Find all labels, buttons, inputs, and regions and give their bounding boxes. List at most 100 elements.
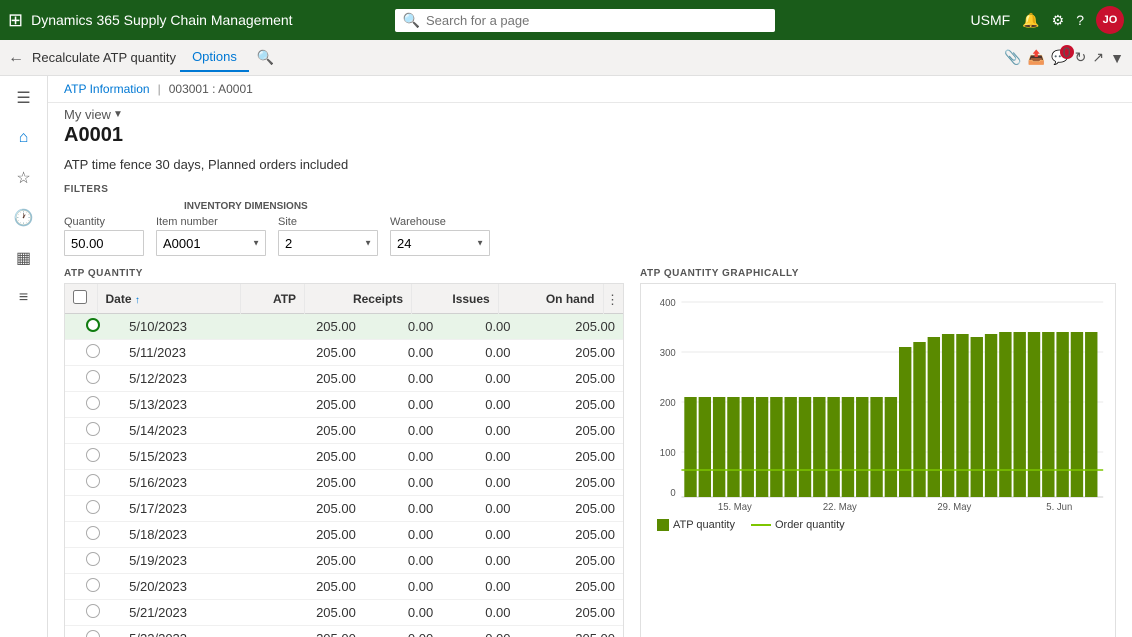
row-radio[interactable] (86, 578, 100, 592)
filter-icon[interactable]: ▼ (1110, 50, 1124, 66)
attach-icon[interactable]: 📎 (1004, 49, 1021, 66)
row-date: 5/15/2023 (121, 444, 259, 470)
row-on-hand: 205.00 (519, 626, 623, 637)
view-selector[interactable]: My view ▼ (64, 107, 123, 122)
bar-18 (928, 337, 940, 497)
row-receipts: 0.00 (364, 444, 441, 470)
site-select[interactable]: 2 (278, 230, 378, 256)
table-row[interactable]: 5/13/2023 205.00 0.00 0.00 205.00 (65, 392, 623, 418)
row-date: 5/14/2023 (121, 418, 259, 444)
row-radio[interactable] (86, 630, 100, 637)
table-row[interactable]: 5/19/2023 205.00 0.00 0.00 205.00 (65, 548, 623, 574)
grid-icon[interactable]: ⊞ (8, 10, 23, 31)
row-receipts: 0.00 (364, 314, 441, 340)
col-receipts[interactable]: Receipts (305, 284, 412, 314)
table-row[interactable]: 5/18/2023 205.00 0.00 0.00 205.00 (65, 522, 623, 548)
row-radio[interactable] (86, 344, 100, 358)
top-right-icons: USMF 🔔 ⚙ ? JO (971, 6, 1124, 34)
sidebar-item-recent[interactable]: 🕐 (4, 200, 44, 236)
table-row[interactable]: 5/10/2023 205.00 0.00 0.00 205.00 (65, 314, 623, 340)
settings-icon[interactable]: ⚙ (1052, 12, 1065, 29)
table-row[interactable]: 5/16/2023 205.00 0.00 0.00 205.00 (65, 470, 623, 496)
row-date: 5/18/2023 (121, 522, 259, 548)
table-row[interactable]: 5/17/2023 205.00 0.00 0.00 205.00 (65, 496, 623, 522)
toolbar-search-button[interactable]: 🔍 (257, 49, 274, 66)
content-area: ATP QUANTITY Date ↑ (48, 264, 1132, 637)
row-radio[interactable] (86, 396, 100, 410)
row-radio[interactable] (86, 552, 100, 566)
row-radio[interactable] (86, 422, 100, 436)
search-input[interactable] (426, 13, 767, 28)
more-options-button[interactable]: ⋮ (602, 290, 623, 310)
table-row[interactable]: 5/20/2023 205.00 0.00 0.00 205.00 (65, 574, 623, 600)
view-label: My view (64, 107, 111, 122)
user-avatar[interactable]: JO (1096, 6, 1124, 34)
sidebar-item-menu[interactable]: ☰ (4, 80, 44, 116)
back-button[interactable]: ← (8, 49, 24, 67)
table-scroll-area[interactable]: 5/10/2023 205.00 0.00 0.00 205.00 5/11/2… (65, 314, 623, 637)
breadcrumb-atp-info[interactable]: ATP Information (64, 82, 150, 96)
row-atp: 205.00 (259, 496, 363, 522)
sidebar-item-home[interactable]: ⌂ (4, 120, 44, 156)
col-atp[interactable]: ATP (241, 284, 305, 314)
notification-badge: 💬 0 (1051, 49, 1068, 66)
row-radio[interactable] (86, 500, 100, 514)
search-bar[interactable]: 🔍 (395, 9, 775, 32)
svg-text:5. Jun: 5. Jun (1046, 502, 1072, 512)
atp-table-body: 5/10/2023 205.00 0.00 0.00 205.00 5/11/2… (65, 314, 623, 637)
tab-options[interactable]: Options (180, 43, 249, 72)
atp-table-header: ATP QUANTITY (64, 264, 624, 283)
share-icon[interactable]: ↗ (1092, 49, 1104, 66)
row-on-hand: 205.00 (519, 470, 623, 496)
table-row[interactable]: 5/12/2023 205.00 0.00 0.00 205.00 (65, 366, 623, 392)
table-row[interactable]: 5/11/2023 205.00 0.00 0.00 205.00 (65, 340, 623, 366)
row-receipts: 0.00 (364, 600, 441, 626)
bar-4 (727, 397, 739, 497)
select-all-checkbox[interactable] (73, 290, 87, 304)
row-on-hand: 205.00 (519, 340, 623, 366)
help-icon[interactable]: ? (1076, 12, 1084, 28)
bar-15 (885, 397, 897, 497)
svg-text:29. May: 29. May (937, 502, 971, 512)
sidebar-item-list[interactable]: ≡ (4, 280, 44, 316)
bar-14 (870, 397, 882, 497)
col-date[interactable]: Date ↑ (97, 284, 241, 314)
bar-23 (999, 332, 1011, 497)
notifications-icon[interactable]: 🔔 (1022, 12, 1039, 29)
bar-28 (1071, 332, 1083, 497)
row-atp: 205.00 (259, 340, 363, 366)
sidebar-item-favorites[interactable]: ☆ (4, 160, 44, 196)
row-radio[interactable] (86, 474, 100, 488)
table-row[interactable]: 5/22/2023 205.00 0.00 0.00 205.00 (65, 626, 623, 637)
row-issues: 0.00 (441, 626, 518, 637)
row-on-hand: 205.00 (519, 314, 623, 340)
row-radio[interactable] (86, 370, 100, 384)
item-number-select[interactable]: A0001 (156, 230, 266, 256)
chevron-down-icon: ▼ (113, 109, 123, 120)
row-date: 5/17/2023 (121, 496, 259, 522)
row-receipts: 0.00 (364, 366, 441, 392)
export-icon[interactable]: 📤 (1028, 49, 1045, 66)
row-atp: 205.00 (259, 522, 363, 548)
col-on-hand[interactable]: On hand (498, 284, 603, 314)
row-radio[interactable] (86, 526, 100, 540)
refresh-icon[interactable]: ↻ (1075, 49, 1087, 66)
row-radio[interactable] (86, 318, 100, 332)
row-atp: 205.00 (259, 470, 363, 496)
breadcrumb-separator: | (158, 82, 161, 96)
quantity-input[interactable] (64, 230, 144, 256)
row-radio[interactable] (86, 448, 100, 462)
row-atp: 205.00 (259, 392, 363, 418)
page-name: Recalculate ATP quantity (32, 50, 176, 65)
row-radio[interactable] (86, 604, 100, 618)
sort-asc-icon[interactable]: ↑ (135, 295, 140, 306)
chart-header: ATP QUANTITY GRAPHICALLY (640, 264, 1116, 283)
table-row[interactable]: 5/21/2023 205.00 0.00 0.00 205.00 (65, 600, 623, 626)
table-row[interactable]: 5/15/2023 205.00 0.00 0.00 205.00 (65, 444, 623, 470)
col-issues[interactable]: Issues (412, 284, 499, 314)
table-row[interactable]: 5/14/2023 205.00 0.00 0.00 205.00 (65, 418, 623, 444)
bar-2 (699, 397, 711, 497)
warehouse-select[interactable]: 24 (390, 230, 490, 256)
sidebar-item-workspaces[interactable]: ▦ (4, 240, 44, 276)
chart-container: 400 300 200 100 0 (640, 283, 1116, 637)
